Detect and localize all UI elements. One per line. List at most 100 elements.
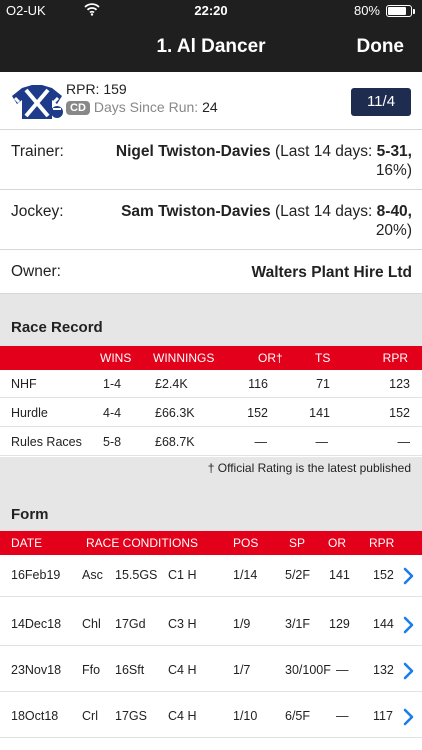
form-row[interactable]: 23Nov18 Ffo 16Sft C4 H 1/7 30/100F — 132 xyxy=(0,650,422,692)
form-row[interactable]: 14Dec18 Chl 17Gd C3 H 1/9 3/1F 129 144 xyxy=(0,604,422,646)
form-rpr: 144 xyxy=(373,617,394,631)
rr-ts: — xyxy=(315,435,329,449)
form-sp: 3/1F xyxy=(285,617,311,631)
trainer-name: Nigel Twiston-Davies xyxy=(115,143,271,160)
days-since-run-label: Days Since Run: xyxy=(93,99,199,115)
col-wins: WINS xyxy=(100,351,132,365)
rr-ts: 71 xyxy=(316,377,330,391)
cd-badge: CD xyxy=(66,101,90,115)
form-or: — xyxy=(336,709,349,723)
days-since-run: CD Days Since Run: 24 xyxy=(66,99,218,115)
race-record-section-header: Race Record xyxy=(0,294,422,346)
table-row: Hurdle 4-4 £66.3K 152 141 152 xyxy=(0,399,422,427)
col-date: DATE xyxy=(11,536,43,550)
status-bar: O2-UK 22:20 80% xyxy=(0,0,422,22)
jockey-stats: 8-40, xyxy=(376,203,412,220)
rr-or: — xyxy=(254,435,268,449)
done-button[interactable]: Done xyxy=(357,36,405,58)
form-date: 18Oct18 xyxy=(11,709,59,723)
table-row: Rules Races 5-8 £68.7K — — — xyxy=(0,428,422,456)
days-since-run-value: 24 xyxy=(202,99,218,115)
form-course: Chl xyxy=(82,617,101,631)
col-ts: TS xyxy=(315,351,331,365)
col-sp: SP xyxy=(289,536,306,550)
jockey-stats-prefix: (Last 14 days: xyxy=(274,203,377,220)
rr-race-type: NHF xyxy=(11,377,37,391)
form-sp: 30/100F xyxy=(285,663,331,677)
rr-rpr: 123 xyxy=(389,377,410,391)
form-class: C4 H xyxy=(168,709,197,723)
form-or: 141 xyxy=(329,568,350,582)
form-row[interactable]: 16Feb19 Asc 15.5GS C1 H 1/14 5/2F 141 15… xyxy=(0,555,422,597)
form-row[interactable]: 18Oct18 Crl 17GS C4 H 1/10 6/5F — 117 xyxy=(0,696,422,738)
rr-race-type: Rules Races xyxy=(11,435,82,449)
form-rpr: 117 xyxy=(373,709,393,723)
chevron-right-icon xyxy=(403,616,414,634)
col-rpr: RPR xyxy=(382,351,408,365)
rr-rpr: 152 xyxy=(389,406,410,420)
form-date: 16Feb19 xyxy=(11,568,61,582)
form-sp: 6/5F xyxy=(285,709,311,723)
form-going: 16Sft xyxy=(115,663,145,677)
col-race-conditions: RACE CONDITIONS xyxy=(86,536,199,550)
form-going: 17GS xyxy=(115,709,147,723)
form-course: Asc xyxy=(82,568,103,582)
owner-name: Walters Plant Hire Ltd xyxy=(251,264,412,281)
jockey-value: Sam Twiston-Davies (Last 14 days: 8-40, … xyxy=(121,202,412,240)
race-record-title: Race Record xyxy=(11,319,103,336)
rr-wins: 1-4 xyxy=(103,377,122,391)
form-course: Crl xyxy=(82,709,98,723)
rr-winnings: £2.4K xyxy=(155,377,188,391)
nav-bar: 1. Al Dancer Done xyxy=(0,22,422,72)
trainer-percent: 16%) xyxy=(375,162,412,179)
jockey-name: Sam Twiston-Davies xyxy=(121,203,271,220)
form-going: 17Gd xyxy=(115,617,146,631)
form-pos: 1/7 xyxy=(233,663,251,677)
rating-footnote: † Official Rating is the latest publishe… xyxy=(207,461,411,475)
form-or: 129 xyxy=(329,617,350,631)
owner-label: Owner: xyxy=(11,263,61,280)
form-pos: 1/9 xyxy=(233,617,251,631)
jockey-row: Jockey: Sam Twiston-Davies (Last 14 days… xyxy=(0,190,422,250)
form-header-row: DATE RACE CONDITIONS POS SP OR RPR xyxy=(0,531,422,555)
trainer-value: Nigel Twiston-Davies (Last 14 days: 5-31… xyxy=(116,142,412,180)
table-row: NHF 1-4 £2.4K 116 71 123 xyxy=(0,370,422,398)
form-section-header: † Official Rating is the latest publishe… xyxy=(0,457,422,531)
trainer-label: Trainer: xyxy=(11,143,64,160)
form-title: Form xyxy=(11,506,49,523)
chevron-right-icon xyxy=(403,567,414,585)
trainer-stats: 5-31, xyxy=(376,143,412,160)
form-sp: 5/2F xyxy=(285,568,311,582)
form-course: Ffo xyxy=(82,663,101,677)
col-form-or: OR xyxy=(328,536,346,550)
form-rpr: 152 xyxy=(373,568,394,582)
form-or: — xyxy=(336,663,349,677)
col-form-rpr: RPR xyxy=(369,536,395,550)
jockey-label: Jockey: xyxy=(11,203,64,220)
odds-button[interactable]: 11/4 xyxy=(351,88,411,116)
rr-winnings: £66.3K xyxy=(155,406,195,420)
jockey-percent: 20%) xyxy=(375,222,412,239)
form-date: 14Dec18 xyxy=(11,617,62,631)
form-date: 23Nov18 xyxy=(11,663,62,677)
rr-winnings: £68.7K xyxy=(155,435,195,449)
col-or: OR† xyxy=(258,351,283,365)
rr-wins: 5-8 xyxy=(103,435,122,449)
form-pos: 1/14 xyxy=(233,568,258,582)
rr-race-type: Hurdle xyxy=(11,406,48,420)
rr-or: 152 xyxy=(247,406,268,420)
trainer-stats-prefix: (Last 14 days: xyxy=(274,143,377,160)
trainer-row: Trainer: Nigel Twiston-Davies (Last 14 d… xyxy=(0,130,422,190)
battery-percent: 80% xyxy=(353,3,380,18)
runner-header: RPR: 159 CD Days Since Run: 24 11/4 xyxy=(0,72,422,130)
form-rpr: 132 xyxy=(373,663,394,677)
battery-icon xyxy=(386,5,415,17)
rr-ts: 141 xyxy=(309,406,330,420)
rr-wins: 4-4 xyxy=(103,406,122,420)
chevron-right-icon xyxy=(403,662,414,680)
chevron-right-icon xyxy=(403,708,414,726)
form-pos: 1/10 xyxy=(233,709,258,723)
col-winnings: WINNINGS xyxy=(153,351,215,365)
rpr-rating: RPR: 159 xyxy=(66,81,127,97)
form-going: 15.5GS xyxy=(115,568,158,582)
